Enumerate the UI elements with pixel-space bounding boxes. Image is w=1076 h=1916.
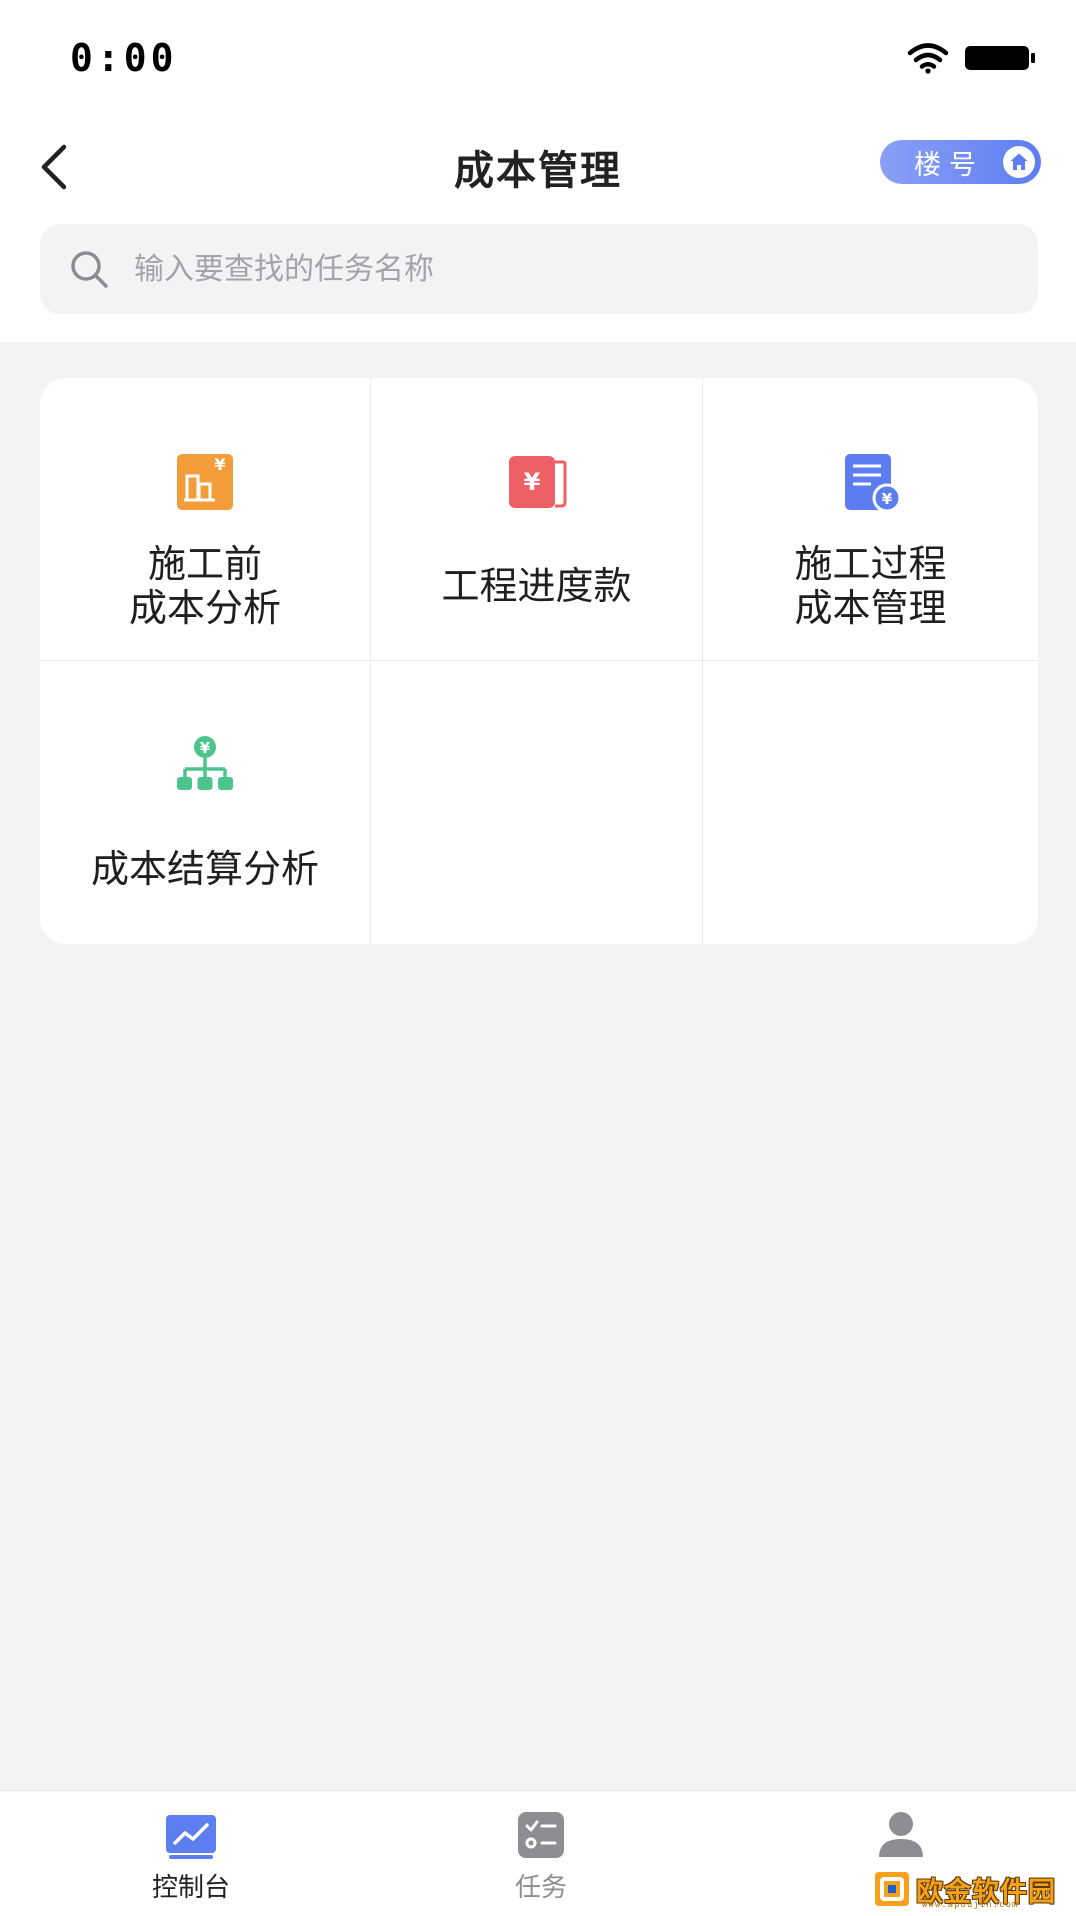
watermark-url: www.apoujin.com (922, 1900, 1019, 1910)
grid-item-cost-settlement-analysis[interactable]: ¥ 成本结算分析 (40, 661, 371, 944)
svg-text:¥: ¥ (523, 468, 540, 496)
watermark-logo: 欧金软件园 www.apoujin.com (872, 1866, 1072, 1912)
grid-empty-cell (371, 661, 703, 944)
svg-text:¥: ¥ (214, 455, 225, 474)
battery-icon (965, 46, 1035, 70)
tab-tasks[interactable]: 任务 (441, 1791, 641, 1916)
building-yuan-icon: ¥ (177, 454, 233, 510)
dashboard-chart-icon (166, 1815, 216, 1859)
search-bar[interactable] (40, 224, 1038, 314)
tab-label: 控制台 (151, 1873, 230, 1903)
search-icon (71, 251, 108, 288)
header-area: 0:00 成本管理 楼号 (0, 0, 1076, 342)
watermark-logo-icon (875, 1872, 909, 1906)
feature-grid: ¥ 施工前 成本分析 ¥ 工程进度款 ¥ 施工过程 成本管理 ¥ 成本结算分析 (40, 378, 1038, 944)
grid-item-label: 工程进度款 (441, 564, 632, 608)
yuan-wallet-icon: ¥ (508, 456, 566, 508)
grid-item-label: 施工过程 成本管理 (794, 542, 947, 630)
svg-text:¥: ¥ (881, 490, 892, 508)
grid-item-label: 施工前 成本分析 (128, 542, 281, 630)
grid-item-construction-process-cost-management[interactable]: ¥ 施工过程 成本管理 (703, 378, 1038, 661)
navigation-bar: 成本管理 楼号 (0, 120, 1076, 210)
grid-item-pre-construction-cost-analysis[interactable]: ¥ 施工前 成本分析 (40, 378, 371, 661)
grid-item-project-progress-payment[interactable]: ¥ 工程进度款 (371, 378, 703, 661)
status-bar: 0:00 (0, 0, 1076, 110)
grid-empty-cell (703, 661, 1038, 944)
grid-item-label: 成本结算分析 (90, 847, 319, 891)
building-number-button[interactable]: 楼号 (880, 140, 1041, 184)
user-icon (879, 1812, 923, 1857)
home-icon (1003, 146, 1035, 178)
document-yuan-icon: ¥ (844, 454, 901, 513)
tab-label: 任务 (514, 1873, 567, 1903)
search-input[interactable] (134, 224, 1014, 314)
tab-console[interactable]: 控制台 (91, 1791, 291, 1916)
building-button-label: 楼号 (914, 149, 984, 181)
task-list-icon (518, 1812, 564, 1858)
svg-text:¥: ¥ (200, 739, 211, 757)
status-time: 0:00 (70, 36, 178, 80)
yuan-hierarchy-icon: ¥ (177, 736, 233, 790)
wifi-icon (907, 43, 949, 74)
